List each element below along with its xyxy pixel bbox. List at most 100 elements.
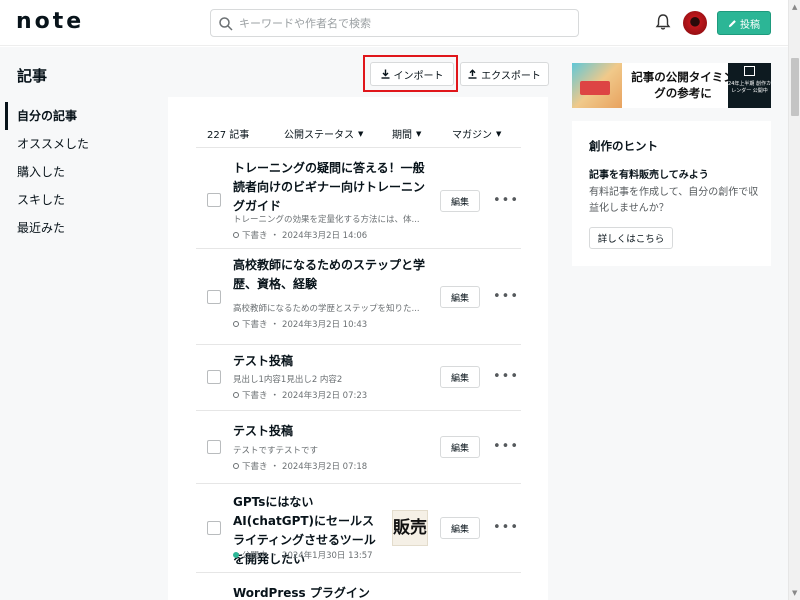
hint-subtitle: 記事を有料販売してみよう — [589, 170, 709, 181]
draft-status-icon — [233, 321, 239, 327]
scroll-down-arrow-icon[interactable]: ▼ — [792, 589, 797, 597]
scroll-up-arrow-icon[interactable]: ▲ — [792, 3, 797, 11]
sidebar-item-recently-viewed[interactable]: 最近みた — [5, 214, 165, 242]
more-options-icon[interactable]: ••• — [493, 440, 519, 453]
article-row[interactable]: WordPress プラグイン — [196, 573, 521, 600]
sidebar-item-liked[interactable]: スキした — [5, 186, 165, 214]
creative-calendar-badge: 24年上半期 創作カレンダー 公開中 — [728, 63, 771, 108]
page-title: 記事 — [17, 67, 48, 85]
post-button[interactable]: 投稿 — [717, 11, 771, 35]
search-box[interactable] — [210, 9, 579, 37]
learn-more-button[interactable]: 詳しくはこちら — [589, 227, 673, 249]
article-thumbnail[interactable]: 販売 — [392, 510, 428, 546]
edit-button[interactable]: 編集 — [440, 366, 480, 388]
filter-period[interactable]: 期間 ▼ — [392, 126, 422, 142]
article-date: 2024年3月2日 14:06 — [282, 231, 368, 241]
more-options-icon[interactable]: ••• — [493, 521, 519, 534]
sidebar-item-purchased[interactable]: 購入した — [5, 158, 165, 186]
article-meta: 下書き ・ 2024年3月2日 07:23 — [233, 389, 367, 401]
article-checkbox[interactable] — [207, 370, 221, 384]
caret-down-icon: ▼ — [416, 129, 422, 138]
article-status: 公開中 — [242, 551, 268, 561]
top-header: note 投稿 — [0, 0, 788, 46]
export-button[interactable]: エクスポート — [460, 62, 549, 86]
filter-status-label: 公開ステータス — [284, 130, 354, 141]
article-title[interactable]: テスト投稿 — [233, 422, 429, 441]
calendar-banner[interactable]: 記事の公開タイミングの参考に 24年上半期 創作カレンダー 公開中 — [572, 63, 771, 108]
filter-status[interactable]: 公開ステータス ▼ — [284, 126, 364, 142]
banner-text: 記事の公開タイミングの参考に — [631, 70, 735, 100]
article-checkbox[interactable] — [207, 521, 221, 535]
edit-button[interactable]: 編集 — [440, 190, 480, 212]
article-row[interactable]: トレーニングの疑問に答える！一般読者向けのビギナー向けトレーニングガイド トレー… — [196, 152, 521, 249]
article-status: 下書き — [242, 391, 268, 401]
sidebar-nav: 自分の記事 オススメした 購入した スキした 最近みた — [5, 102, 165, 242]
draft-status-icon — [233, 392, 239, 398]
meta-separator: ・ — [270, 551, 280, 561]
article-count: 227 記事 — [207, 130, 250, 141]
caret-down-icon: ▼ — [358, 129, 364, 138]
article-row[interactable]: テスト投稿 テストですテストです 下書き ・ 2024年3月2日 07:18 編… — [196, 411, 521, 484]
article-meta: 下書き ・ 2024年3月2日 07:18 — [233, 460, 367, 472]
edit-button[interactable]: 編集 — [440, 286, 480, 308]
edit-button[interactable]: 編集 — [440, 436, 480, 458]
published-status-icon — [233, 552, 239, 558]
more-options-icon[interactable]: ••• — [493, 370, 519, 383]
sidebar-item-my-articles[interactable]: 自分の記事 — [5, 102, 165, 130]
hint-body: 有料記事を作成して、自分の創作で収益化しませんか？ — [589, 187, 759, 214]
article-excerpt: 見出し1内容1見出し2 内容2 — [233, 375, 343, 385]
article-checkbox[interactable] — [207, 440, 221, 454]
meta-separator: ・ — [270, 320, 280, 330]
more-options-icon[interactable]: ••• — [493, 290, 519, 303]
article-status: 下書き — [242, 320, 268, 330]
filter-magazine[interactable]: マガジン ▼ — [452, 126, 502, 142]
draft-status-icon — [233, 232, 239, 238]
sidebar-item-recommended[interactable]: オススメした — [5, 130, 165, 158]
search-icon — [219, 17, 233, 31]
article-checkbox[interactable] — [207, 290, 221, 304]
pencil-icon — [728, 19, 736, 27]
edit-button[interactable]: 編集 — [440, 517, 480, 539]
article-excerpt: トレーニングの効果を定量化する方法には、体... — [233, 215, 420, 225]
article-title[interactable]: WordPress プラグイン — [233, 584, 429, 600]
more-options-icon[interactable]: ••• — [493, 194, 519, 207]
notification-bell-icon[interactable] — [654, 13, 672, 31]
draft-status-icon — [233, 463, 239, 469]
hint-title: 創作のヒント — [589, 139, 658, 153]
article-meta: 下書き ・ 2024年3月2日 14:06 — [233, 229, 367, 241]
calendar-icon — [744, 66, 755, 76]
article-title[interactable]: テスト投稿 — [233, 352, 429, 371]
caret-down-icon: ▼ — [496, 129, 502, 138]
banner-illustration — [572, 63, 622, 108]
article-title[interactable]: トレーニングの疑問に答える！一般読者向けのビギナー向けトレーニングガイド — [233, 159, 429, 216]
article-title[interactable]: 高校教師になるためのステップと学歴、資格、経験 — [233, 256, 429, 294]
filter-period-label: 期間 — [392, 130, 412, 141]
article-status: 下書き — [242, 462, 268, 472]
filter-magazine-label: マガジン — [452, 130, 492, 141]
meta-separator: ・ — [270, 231, 280, 241]
article-list-header: 227 記事 公開ステータス ▼ 期間 ▼ マガジン ▼ — [196, 124, 521, 148]
post-button-label: 投稿 — [740, 19, 760, 31]
calendar-badge-text: 24年上半期 創作カレンダー 公開中 — [728, 81, 771, 94]
page-scrollbar[interactable]: ▲ ▼ — [788, 0, 800, 600]
article-date: 2024年1月30日 13:57 — [282, 551, 373, 561]
article-date: 2024年3月2日 10:43 — [282, 320, 368, 330]
creative-hint-card: 創作のヒント 記事を有料販売してみよう 有料記事を作成して、自分の創作で収益化し… — [572, 121, 771, 266]
article-date: 2024年3月2日 07:23 — [282, 391, 368, 401]
article-row[interactable]: テスト投稿 見出し1内容1見出し2 内容2 下書き ・ 2024年3月2日 07… — [196, 345, 521, 411]
export-button-label: エクスポート — [481, 70, 541, 82]
article-row[interactable]: 高校教師になるためのステップと学歴、資格、経験 高校教師になるための学歴とステッ… — [196, 249, 521, 345]
article-status: 下書き — [242, 231, 268, 241]
article-excerpt: テストですテストです — [233, 446, 319, 456]
import-highlight-box — [363, 55, 458, 92]
user-avatar[interactable] — [683, 11, 707, 35]
article-checkbox[interactable] — [207, 193, 221, 207]
meta-separator: ・ — [270, 462, 280, 472]
article-row[interactable]: GPTsにはないAI(chatGPT)にセールスライティングさせるツールを開発し… — [196, 484, 521, 573]
article-date: 2024年3月2日 07:18 — [282, 462, 368, 472]
article-meta: 下書き ・ 2024年3月2日 10:43 — [233, 318, 367, 330]
meta-separator: ・ — [270, 391, 280, 401]
note-logo[interactable]: note — [16, 9, 84, 34]
scrollbar-thumb[interactable] — [791, 58, 799, 116]
search-input[interactable] — [239, 13, 569, 33]
